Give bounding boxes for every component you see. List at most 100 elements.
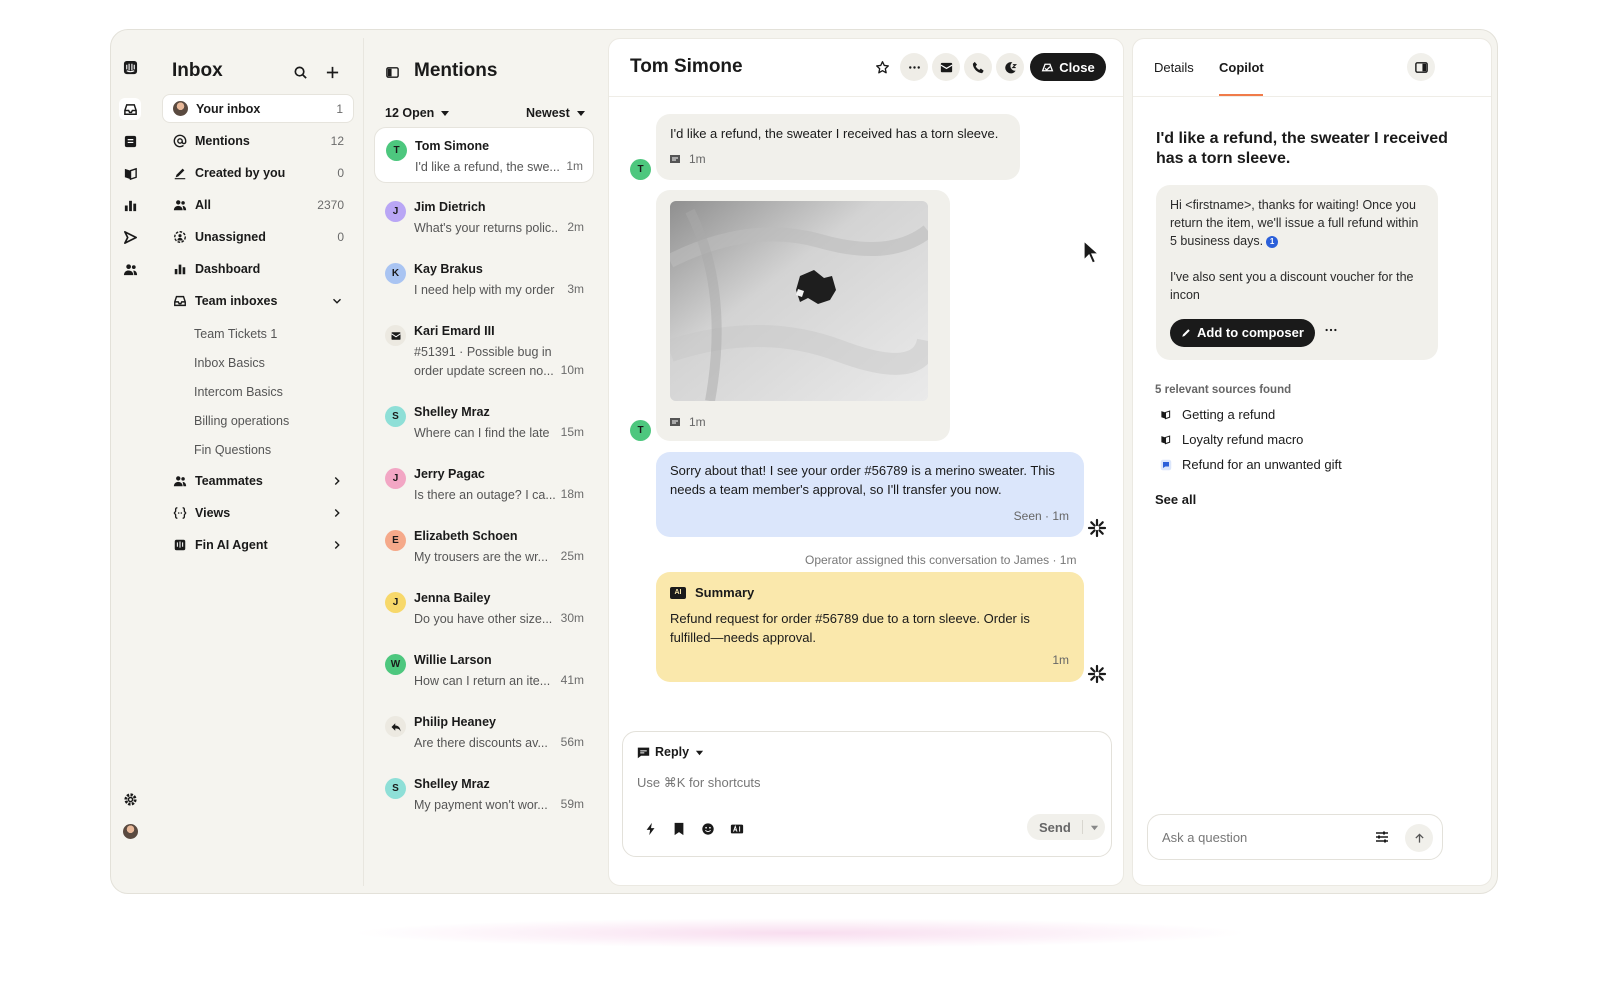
message-status: Seen · 1m <box>1013 509 1069 523</box>
call-button[interactable] <box>964 53 992 81</box>
sweater-image[interactable] <box>670 201 928 401</box>
emoji-button[interactable] <box>699 820 717 838</box>
conversation-item[interactable]: E Elizabeth Schoen My trousers are the w… <box>374 518 594 574</box>
nav-section-fin-ai-agent[interactable]: Fin AI Agent <box>162 530 354 559</box>
chevron-right-icon <box>334 540 340 549</box>
reply-mode-button[interactable]: Reply <box>637 745 704 759</box>
snooze-button[interactable] <box>996 53 1024 81</box>
arrow-up-icon <box>1414 833 1424 843</box>
conversation-item[interactable]: J Jenna Bailey Do you have other size...… <box>374 580 594 636</box>
inbox-icon[interactable] <box>119 98 141 120</box>
conversation-preview: #51391 · Possible bug in <box>414 345 552 359</box>
fin-agent-icon <box>172 537 187 552</box>
sweater-photo-icon <box>670 201 928 401</box>
sliders-icon[interactable] <box>1374 829 1390 845</box>
nav-item-mentions[interactable]: Mentions 12 <box>162 126 354 155</box>
team-inbox-item[interactable]: Intercom Basics <box>194 385 283 399</box>
nav-item-your-inbox[interactable]: Your inbox 1 <box>162 94 354 123</box>
source-item[interactable]: Loyalty refund macro <box>1159 432 1303 447</box>
avatar: S <box>385 778 406 799</box>
nav-section-views[interactable]: Views <box>162 498 354 527</box>
conversation-time: 10m <box>560 363 584 377</box>
conversation-item[interactable]: J Jerry Pagac Is there an outage? I ca..… <box>374 456 594 512</box>
more-options-button[interactable] <box>1324 323 1344 343</box>
caret-down-icon[interactable] <box>1090 823 1099 832</box>
outbound-icon[interactable] <box>119 226 141 248</box>
nav-item-label: Dashboard <box>195 261 261 276</box>
users-icon <box>172 197 187 212</box>
team-inbox-item[interactable]: Team Tickets 1 <box>194 327 277 341</box>
plus-icon <box>326 66 338 78</box>
lightning-icon <box>646 822 655 836</box>
conversation-preview: My payment won't wor... <box>414 798 548 812</box>
settings-icon[interactable] <box>119 788 141 810</box>
conversation-item[interactable]: Kari Emard III #51391 · Possible bug in … <box>374 313 594 385</box>
send-button[interactable]: Send <box>1027 814 1105 840</box>
nav-item-unassigned[interactable]: Unassigned 0 <box>162 222 354 251</box>
new-conversation-button[interactable] <box>318 58 346 86</box>
status-filter[interactable]: 12 Open <box>385 106 450 120</box>
conversation-preview: Where can I find the late <box>414 426 550 440</box>
conversation-name: Kari Emard III <box>414 324 495 338</box>
sort-filter[interactable]: Newest <box>526 106 586 120</box>
contacts-icon[interactable] <box>119 258 141 280</box>
star-button[interactable] <box>868 53 896 81</box>
macros-button[interactable] <box>642 820 660 838</box>
source-item[interactable]: Getting a refund <box>1159 407 1275 422</box>
team-inbox-item[interactable]: Billing operations <box>194 414 289 428</box>
page-glow <box>350 918 1250 948</box>
conversation-item[interactable]: Philip Heaney Are there discounts av... … <box>374 704 594 760</box>
snooze-moon-icon <box>1004 61 1017 73</box>
logo-icon[interactable] <box>119 56 141 78</box>
user-avatar[interactable] <box>119 820 141 842</box>
ask-question-input[interactable] <box>1162 830 1362 845</box>
conversation-item[interactable]: W Willie Larson How can I return an ite.… <box>374 642 594 698</box>
reports-icon[interactable] <box>119 194 141 216</box>
conversation-preview: I'd like a refund, the swe... <box>415 160 560 174</box>
convert-ticket-button[interactable] <box>932 53 960 81</box>
add-to-composer-button[interactable]: Add to composer <box>1170 319 1315 347</box>
source-item[interactable]: Refund for an unwanted gift <box>1159 457 1342 472</box>
conversation-time: 41m <box>560 673 584 687</box>
emoji-icon <box>702 823 714 835</box>
citation-badge[interactable]: 1 <box>1266 236 1279 248</box>
conversation-name: Philip Heaney <box>414 715 496 729</box>
toggle-sidebar-button[interactable] <box>378 58 406 86</box>
tickets-icon[interactable] <box>119 130 141 152</box>
message-meta: 1m <box>670 150 1006 169</box>
nav-item-label: Unassigned <box>195 229 266 244</box>
conversation-item[interactable]: K Kay Brakus I need help with my order 3… <box>374 251 594 307</box>
conversation-item[interactable]: T Tom Simone I'd like a refund, the swe.… <box>374 127 594 183</box>
conversation-preview: Do you have other size... <box>414 612 553 626</box>
nav-item-all[interactable]: All 2370 <box>162 190 354 219</box>
message-time: 1m <box>689 415 706 429</box>
team-inbox-item[interactable]: Fin Questions <box>194 443 271 457</box>
collapse-panel-button[interactable] <box>1407 53 1435 81</box>
close-conversation-button[interactable]: Close <box>1030 53 1106 81</box>
conversation-preview: My trousers are the wr... <box>414 550 549 564</box>
conversation-preview: Is there an outage? I ca... <box>414 488 556 502</box>
nav-item-team-inboxes[interactable]: Team inboxes <box>162 286 354 315</box>
avatar: T <box>630 159 651 180</box>
conversation-item[interactable]: S Shelley Mraz Where can I find the late… <box>374 394 594 450</box>
knowledge-icon[interactable] <box>119 162 141 184</box>
search-button[interactable] <box>286 58 314 86</box>
conversation-item[interactable]: J Jim Dietrich What's your returns polic… <box>374 189 594 245</box>
mouse-cursor-icon <box>1083 240 1099 264</box>
reply-input[interactable] <box>637 775 997 790</box>
nav-item-dashboard[interactable]: Dashboard <box>162 254 354 283</box>
chevron-down-icon <box>333 298 341 304</box>
team-inbox-item[interactable]: Inbox Basics <box>194 356 265 370</box>
ask-send-button[interactable] <box>1405 824 1433 852</box>
tab-copilot[interactable]: Copilot <box>1219 60 1264 75</box>
tab-details[interactable]: Details <box>1154 60 1194 75</box>
nav-section-teammates[interactable]: Teammates <box>162 466 354 495</box>
source-label: Loyalty refund macro <box>1182 432 1304 447</box>
article-button[interactable] <box>670 820 688 838</box>
conversation-item[interactable]: S Shelley Mraz My payment won't wor... 5… <box>374 766 594 822</box>
nav-item-created-by-you[interactable]: Created by you 0 <box>162 158 354 187</box>
more-options-button[interactable] <box>900 53 928 81</box>
ai-compose-button[interactable] <box>728 820 746 838</box>
see-all-link[interactable]: See all <box>1155 492 1196 507</box>
conversation-time: 3m <box>567 282 584 296</box>
